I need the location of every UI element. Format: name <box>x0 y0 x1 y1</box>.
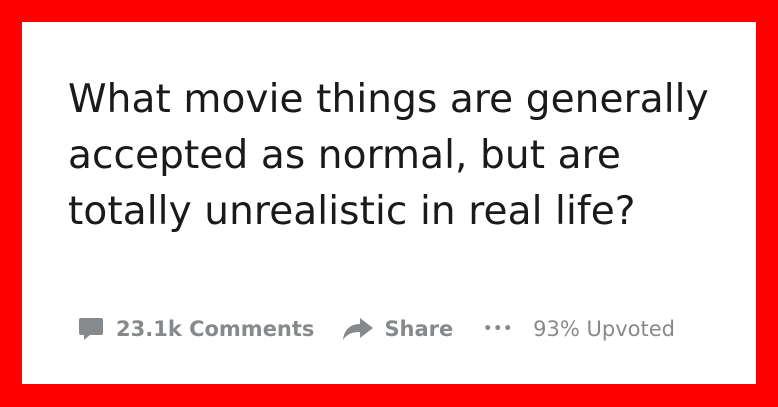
post-title[interactable]: What movie things are generally accepted… <box>68 72 748 240</box>
share-button[interactable]: Share <box>342 316 453 342</box>
share-label: Share <box>384 317 454 341</box>
upvote-ratio: 93% Upvoted <box>533 317 675 341</box>
more-dots-icon: ••• <box>483 321 514 337</box>
post-action-bar: 23.1k Comments Share ••• 93% Upvoted <box>78 311 675 347</box>
red-frame: What movie things are generally accepted… <box>0 0 778 407</box>
more-options-button[interactable]: ••• <box>483 321 513 337</box>
comments-button[interactable]: 23.1k Comments <box>78 316 314 342</box>
post-card: What movie things are generally accepted… <box>22 22 756 384</box>
share-arrow-icon <box>342 316 374 342</box>
comments-count-label: 23.1k Comments <box>116 317 315 341</box>
comment-bubble-icon <box>78 316 104 342</box>
